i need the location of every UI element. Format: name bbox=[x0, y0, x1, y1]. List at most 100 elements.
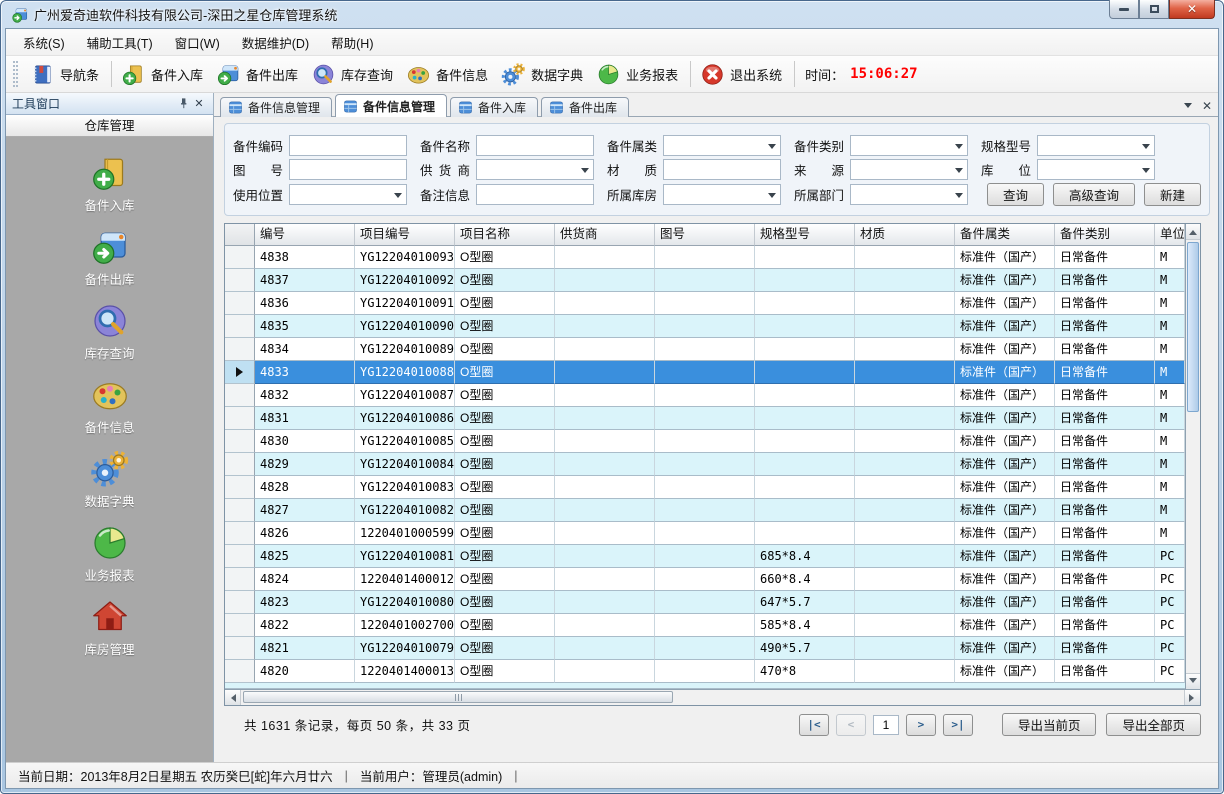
vertical-scroll-track[interactable] bbox=[1186, 240, 1200, 673]
usage-position-select[interactable] bbox=[289, 184, 407, 205]
grid-cell[interactable]: O型圈 bbox=[455, 361, 555, 384]
grid-cell[interactable] bbox=[855, 614, 955, 637]
row-selector-cell[interactable] bbox=[225, 338, 255, 361]
grid-cell[interactable]: YG12204010088 bbox=[355, 361, 455, 384]
grid-cell[interactable]: 4835 bbox=[255, 315, 355, 338]
grid-cell[interactable]: YG12204010087 bbox=[355, 384, 455, 407]
grid-cell[interactable] bbox=[755, 453, 855, 476]
grid-cell[interactable] bbox=[855, 269, 955, 292]
menu-item-2[interactable]: 窗口(W) bbox=[164, 29, 231, 56]
grid-cell[interactable]: 4826 bbox=[255, 522, 355, 545]
grid-column-header-2[interactable]: 项目名称 bbox=[455, 224, 555, 246]
grid-cell[interactable] bbox=[555, 568, 655, 591]
horizontal-scroll-thumb[interactable] bbox=[243, 691, 673, 703]
grid-cell[interactable]: 1220401400012 bbox=[355, 568, 455, 591]
grid-cell[interactable] bbox=[855, 384, 955, 407]
row-selector-cell[interactable] bbox=[225, 246, 255, 269]
grid-cell[interactable]: 标准件（国产） bbox=[955, 568, 1055, 591]
grid-cell[interactable]: O型圈 bbox=[455, 614, 555, 637]
grid-cell[interactable]: 4822 bbox=[255, 614, 355, 637]
grid-cell[interactable] bbox=[555, 453, 655, 476]
grid-cell[interactable]: PC bbox=[1155, 660, 1185, 683]
grid-cell[interactable]: 标准件（国产） bbox=[955, 637, 1055, 660]
grid-cell[interactable] bbox=[555, 591, 655, 614]
grid-cell[interactable]: M bbox=[1155, 338, 1185, 361]
scroll-left-button[interactable] bbox=[225, 690, 241, 705]
tool-window-close-button[interactable]: ✕ bbox=[191, 96, 207, 112]
grid-cell[interactable]: YG12204010089 bbox=[355, 338, 455, 361]
grid-cell[interactable]: O型圈 bbox=[455, 430, 555, 453]
grid-cell[interactable] bbox=[755, 361, 855, 384]
grid-column-header-5[interactable]: 规格型号 bbox=[755, 224, 855, 246]
grid-cell[interactable]: M bbox=[1155, 453, 1185, 476]
grid-cell[interactable]: M bbox=[1155, 361, 1185, 384]
table-row-selected[interactable]: 4833YG12204010088O型圈标准件（国产）日常备件M bbox=[225, 361, 1185, 384]
drawing-no-input[interactable] bbox=[289, 159, 407, 180]
grid-cell[interactable]: 标准件（国产） bbox=[955, 246, 1055, 269]
department-select[interactable] bbox=[850, 184, 968, 205]
grid-cell[interactable] bbox=[755, 476, 855, 499]
grid-cell[interactable] bbox=[555, 430, 655, 453]
menu-item-1[interactable]: 辅助工具(T) bbox=[76, 29, 164, 56]
grid-cell[interactable]: 647*5.7 bbox=[755, 591, 855, 614]
grid-cell[interactable] bbox=[855, 637, 955, 660]
grid-cell[interactable] bbox=[655, 407, 755, 430]
grid-cell[interactable]: 日常备件 bbox=[1055, 568, 1155, 591]
maximize-button[interactable] bbox=[1139, 0, 1169, 19]
sidebar-item-inventory-search[interactable]: 库存查询 bbox=[50, 301, 170, 362]
grid-column-header-3[interactable]: 供货商 bbox=[555, 224, 655, 246]
grid-cell[interactable]: M bbox=[1155, 269, 1185, 292]
toolbar-button-parts-inbound[interactable]: 备件入库 bbox=[116, 59, 211, 90]
grid-cell[interactable] bbox=[555, 292, 655, 315]
grid-cell[interactable]: 日常备件 bbox=[1055, 660, 1155, 683]
toolbar-grip[interactable] bbox=[13, 61, 18, 87]
grid-cell[interactable]: O型圈 bbox=[455, 315, 555, 338]
grid-cell[interactable] bbox=[555, 637, 655, 660]
grid-cell[interactable] bbox=[655, 476, 755, 499]
scroll-right-button[interactable] bbox=[1184, 690, 1200, 705]
grid-cell[interactable]: 4838 bbox=[255, 246, 355, 269]
grid-cell[interactable]: 日常备件 bbox=[1055, 522, 1155, 545]
row-selector-cell[interactable] bbox=[225, 499, 255, 522]
grid-cell[interactable] bbox=[855, 522, 955, 545]
grid-cell[interactable]: M bbox=[1155, 407, 1185, 430]
table-row[interactable]: 4823YG12204010080O型圈647*5.7标准件（国产）日常备件PC bbox=[225, 591, 1185, 614]
grid-cell[interactable]: O型圈 bbox=[455, 660, 555, 683]
pin-button[interactable] bbox=[175, 96, 191, 112]
grid-cell[interactable]: 标准件（国产） bbox=[955, 430, 1055, 453]
first-page-button[interactable]: |< bbox=[799, 714, 829, 736]
grid-cell[interactable] bbox=[855, 568, 955, 591]
toolbar-button-inventory-search[interactable]: 库存查询 bbox=[306, 59, 401, 90]
table-row[interactable]: 4821YG12204010079O型圈490*5.7标准件（国产）日常备件PC bbox=[225, 637, 1185, 660]
grid-cell[interactable]: 标准件（国产） bbox=[955, 476, 1055, 499]
grid-cell[interactable]: O型圈 bbox=[455, 338, 555, 361]
tab-3[interactable]: 备件出库 bbox=[541, 97, 629, 117]
export-current-page-button[interactable]: 导出当前页 bbox=[1002, 713, 1097, 736]
scroll-down-button[interactable] bbox=[1186, 673, 1200, 689]
grid-cell[interactable]: 4828 bbox=[255, 476, 355, 499]
minimize-button[interactable] bbox=[1109, 0, 1139, 19]
grid-cell[interactable]: 标准件（国产） bbox=[955, 269, 1055, 292]
toolbar-button-parts-outbound[interactable]: 备件出库 bbox=[211, 59, 306, 90]
export-all-pages-button[interactable]: 导出全部页 bbox=[1106, 713, 1201, 736]
row-selector-cell[interactable] bbox=[225, 292, 255, 315]
grid-cell[interactable] bbox=[855, 407, 955, 430]
table-row[interactable]: 4828YG12204010083O型圈标准件（国产）日常备件M bbox=[225, 476, 1185, 499]
grid-cell[interactable]: 4833 bbox=[255, 361, 355, 384]
grid-column-header-6[interactable]: 材质 bbox=[855, 224, 955, 246]
grid-cell[interactable] bbox=[755, 292, 855, 315]
query-button[interactable]: 查询 bbox=[987, 183, 1044, 206]
grid-cell[interactable]: 日常备件 bbox=[1055, 614, 1155, 637]
grid-cell[interactable]: YG12204010090 bbox=[355, 315, 455, 338]
grid-cell[interactable]: O型圈 bbox=[455, 246, 555, 269]
grid-cell[interactable] bbox=[655, 591, 755, 614]
grid-cell[interactable]: 标准件（国产） bbox=[955, 499, 1055, 522]
part-genus-select[interactable] bbox=[663, 135, 781, 156]
grid-cell[interactable] bbox=[855, 499, 955, 522]
grid-cell[interactable]: 标准件（国产） bbox=[955, 361, 1055, 384]
grid-cell[interactable] bbox=[655, 522, 755, 545]
grid-cell[interactable]: 标准件（国产） bbox=[955, 407, 1055, 430]
grid-cell[interactable]: M bbox=[1155, 476, 1185, 499]
grid-cell[interactable]: 4820 bbox=[255, 660, 355, 683]
grid-cell[interactable] bbox=[655, 568, 755, 591]
